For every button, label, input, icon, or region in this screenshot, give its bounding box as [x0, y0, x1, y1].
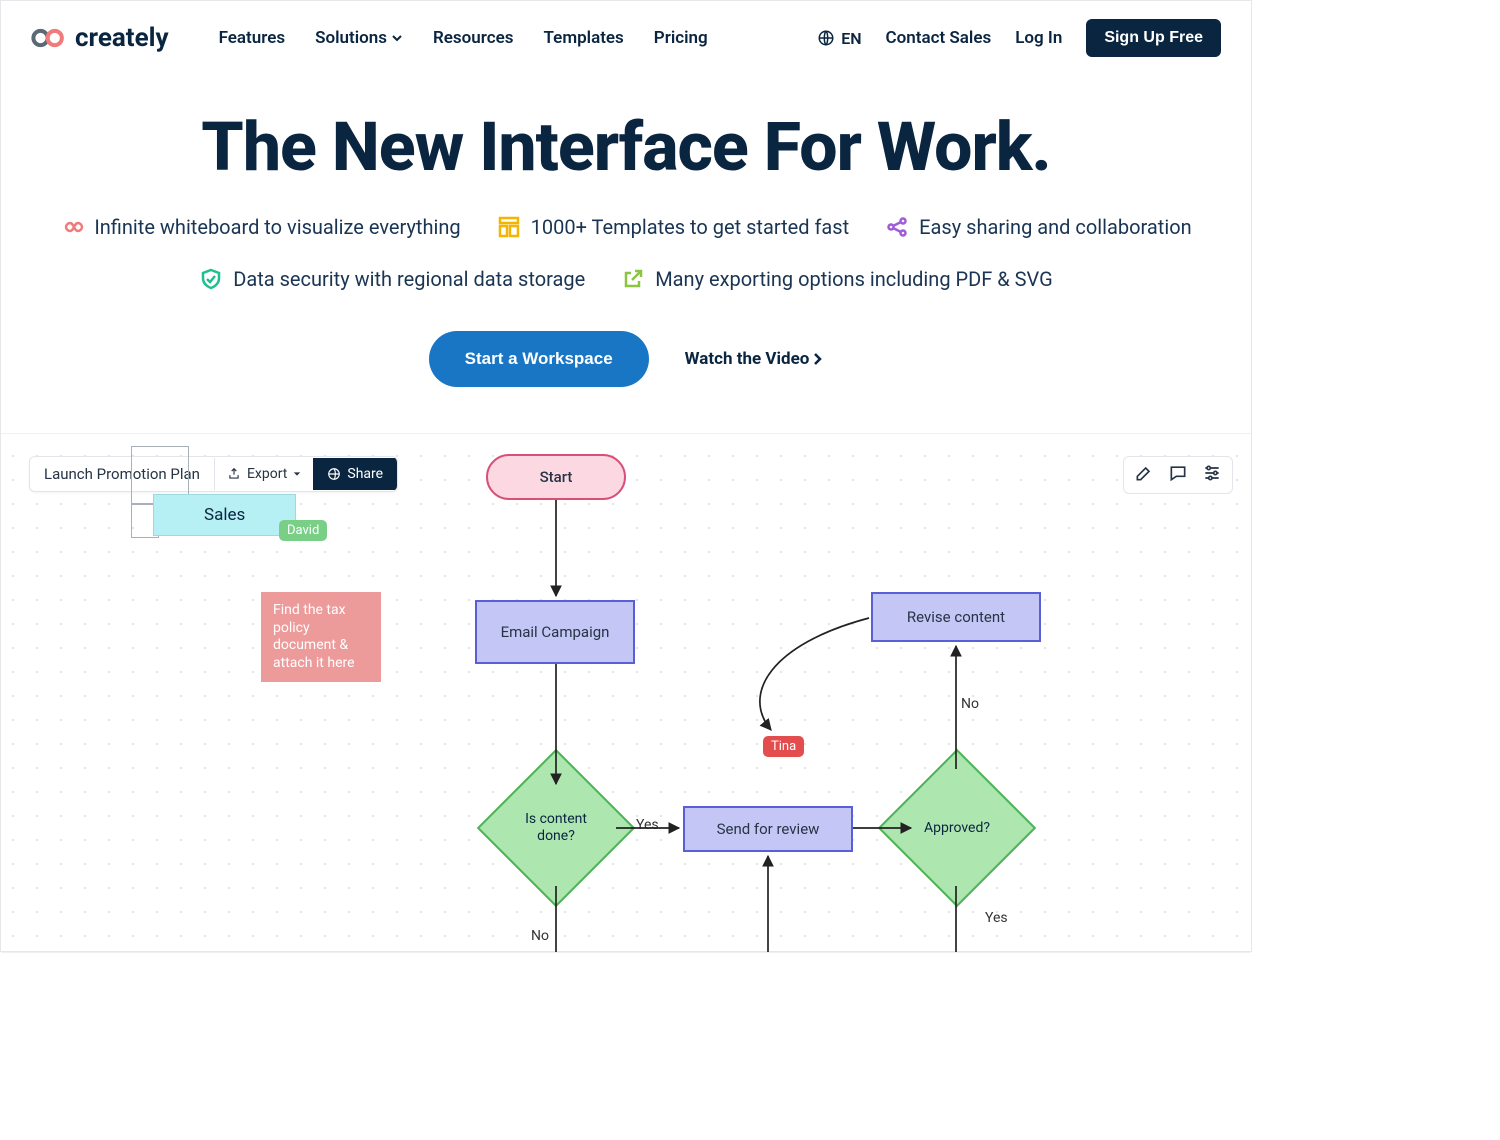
feature-whiteboard: Infinite whiteboard to visualize everyth…: [60, 215, 460, 239]
edit-tool[interactable]: [1134, 463, 1154, 487]
shield-icon: [199, 267, 223, 291]
hero-title: The New Interface For Work.: [1, 107, 1251, 187]
user-tag-tina: Tina: [763, 736, 804, 757]
share-icon: [885, 215, 909, 239]
flowchart-send-review[interactable]: Send for review: [683, 806, 853, 852]
user-tag-david: David: [279, 520, 327, 541]
start-workspace-button[interactable]: Start a Workspace: [429, 331, 649, 387]
hero: The New Interface For Work. Infinite whi…: [1, 107, 1251, 387]
canvas-preview: Launch Promotion Plan Export Share Sales…: [1, 433, 1251, 953]
nav-features[interactable]: Features: [219, 28, 286, 48]
nav-pricing[interactable]: Pricing: [654, 28, 708, 48]
edge-label-yes-1: Yes: [636, 817, 659, 833]
feature-export: Many exporting options including PDF & S…: [621, 267, 1053, 291]
signup-button[interactable]: Sign Up Free: [1086, 19, 1221, 57]
main-nav: Features Solutions Resources Templates P…: [219, 28, 708, 48]
flowchart-revise[interactable]: Revise content: [871, 592, 1041, 642]
nav-templates[interactable]: Templates: [544, 28, 624, 48]
canvas-right-tools: [1123, 456, 1233, 494]
language-selector[interactable]: EN: [817, 29, 861, 48]
export-button[interactable]: Export: [214, 458, 313, 490]
chevron-down-icon: [391, 32, 403, 44]
sales-card[interactable]: Sales: [153, 494, 296, 536]
sliders-icon: [1202, 463, 1222, 483]
caret-down-icon: [293, 470, 301, 478]
feature-list: Infinite whiteboard to visualize everyth…: [46, 215, 1206, 291]
export-icon: [227, 467, 241, 481]
nav-resources[interactable]: Resources: [433, 28, 514, 48]
logo-icon: [31, 26, 69, 50]
edit-icon: [1134, 463, 1154, 483]
templates-icon: [497, 215, 521, 239]
share-button[interactable]: Share: [313, 458, 397, 490]
cta-row: Start a Workspace Watch the Video: [1, 331, 1251, 387]
flowchart-content-done[interactable]: Is content done?: [500, 772, 612, 884]
login-link[interactable]: Log In: [1015, 28, 1062, 48]
header: creately Features Solutions Resources Te…: [1, 1, 1251, 57]
watch-video-link[interactable]: Watch the Video: [685, 349, 824, 369]
external-link-icon: [621, 267, 645, 291]
flowchart-approved[interactable]: Approved?: [901, 772, 1013, 884]
settings-tool[interactable]: [1202, 463, 1222, 487]
canvas-toolbar: Launch Promotion Plan Export Share: [29, 456, 398, 492]
flowchart-email[interactable]: Email Campaign: [475, 600, 635, 664]
infinity-icon: [60, 215, 84, 239]
chevron-right-icon: [813, 353, 823, 365]
edge-label-yes-2: Yes: [985, 910, 1008, 926]
feature-sharing: Easy sharing and collaboration: [885, 215, 1192, 239]
comment-icon: [1168, 463, 1188, 483]
brand-logo[interactable]: creately: [31, 23, 169, 53]
sticky-note[interactable]: Find the tax policy document & attach it…: [261, 592, 381, 682]
edge-label-no-2: No: [961, 696, 979, 712]
feature-security: Data security with regional data storage: [199, 267, 585, 291]
feature-templates: 1000+ Templates to get started fast: [497, 215, 850, 239]
comment-tool[interactable]: [1168, 463, 1188, 487]
globe-icon: [817, 29, 835, 47]
edge-label-no-1: No: [531, 928, 549, 944]
nav-solutions[interactable]: Solutions: [315, 28, 403, 48]
brand-name: creately: [75, 23, 169, 53]
globe-small-icon: [327, 467, 341, 481]
header-right: EN Contact Sales Log In Sign Up Free: [817, 19, 1221, 57]
flowchart-start[interactable]: Start: [486, 454, 626, 500]
contact-sales-link[interactable]: Contact Sales: [886, 28, 992, 48]
